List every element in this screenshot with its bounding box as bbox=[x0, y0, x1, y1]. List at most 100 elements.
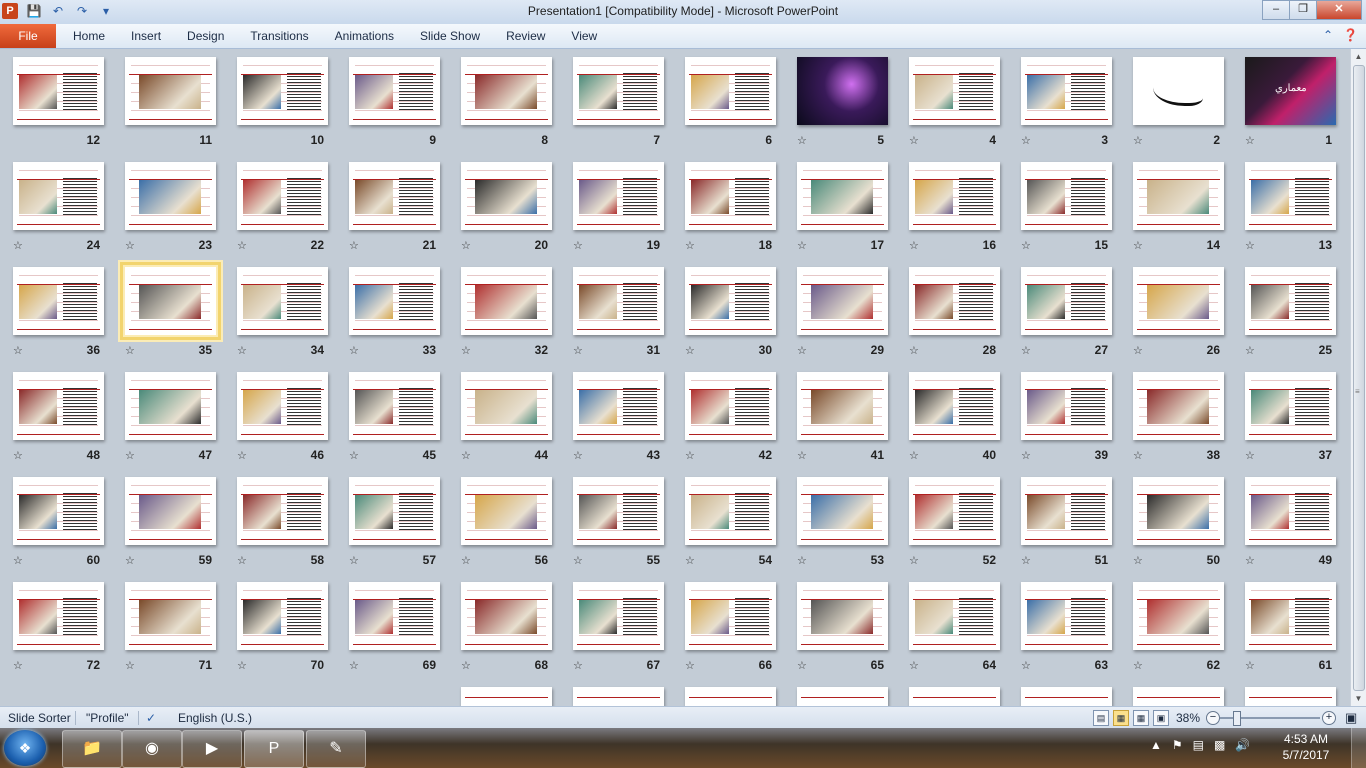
slide-thumbnail[interactable] bbox=[1133, 267, 1224, 335]
transition-star-icon[interactable]: ☆ bbox=[685, 659, 695, 672]
transition-star-icon[interactable]: ☆ bbox=[237, 239, 247, 252]
slide-thumbnail[interactable] bbox=[1245, 372, 1336, 440]
slide-thumbnail[interactable] bbox=[797, 477, 888, 545]
transition-star-icon[interactable]: ☆ bbox=[237, 344, 247, 357]
transition-star-icon[interactable]: ☆ bbox=[237, 449, 247, 462]
transition-star-icon[interactable]: ☆ bbox=[1133, 134, 1143, 147]
slide-sorter-pane[interactable]: 12 11 10 9 8 7 6 5 ☆ 4 ☆ 3 ☆ 2 ☆ معماري 1 ☆ 24 ☆ 23 ☆ 22 ☆ 21 ☆ 20… bbox=[0, 49, 1351, 706]
transition-star-icon[interactable]: ☆ bbox=[13, 239, 23, 252]
transition-star-icon[interactable]: ☆ bbox=[1245, 449, 1255, 462]
transition-star-icon[interactable]: ☆ bbox=[1245, 134, 1255, 147]
show-desktop-button[interactable] bbox=[1351, 728, 1366, 768]
transition-star-icon[interactable]: ☆ bbox=[461, 344, 471, 357]
transition-star-icon[interactable]: ☆ bbox=[1021, 134, 1031, 147]
close-icon[interactable]: ✕ bbox=[1316, 0, 1362, 20]
slide-thumbnail[interactable] bbox=[349, 372, 440, 440]
slide-thumbnail[interactable] bbox=[685, 372, 776, 440]
slide-thumbnail[interactable] bbox=[685, 687, 776, 706]
slide-thumbnail[interactable] bbox=[1245, 162, 1336, 230]
slide-thumbnail[interactable] bbox=[13, 162, 104, 230]
transition-star-icon[interactable]: ☆ bbox=[13, 449, 23, 462]
file-tab[interactable]: File bbox=[0, 24, 56, 48]
slide-thumbnail[interactable]: معماري bbox=[1245, 57, 1336, 125]
transition-star-icon[interactable]: ☆ bbox=[1021, 449, 1031, 462]
slide-thumbnail[interactable] bbox=[125, 582, 216, 650]
minimize-icon[interactable]: – bbox=[1262, 0, 1290, 20]
slide-thumbnail[interactable] bbox=[1245, 582, 1336, 650]
powerpoint-taskbar-icon[interactable]: P bbox=[244, 730, 304, 768]
slide-thumbnail[interactable] bbox=[349, 57, 440, 125]
slide-thumbnail[interactable] bbox=[461, 372, 552, 440]
transition-star-icon[interactable]: ☆ bbox=[685, 554, 695, 567]
slide-thumbnail[interactable] bbox=[1133, 687, 1224, 706]
transition-star-icon[interactable]: ☆ bbox=[13, 344, 23, 357]
slide-thumbnail[interactable] bbox=[1021, 477, 1112, 545]
transition-star-icon[interactable]: ☆ bbox=[237, 554, 247, 567]
slide-thumbnail[interactable] bbox=[573, 267, 664, 335]
transition-star-icon[interactable]: ☆ bbox=[909, 554, 919, 567]
transition-star-icon[interactable]: ☆ bbox=[349, 659, 359, 672]
slide-thumbnail[interactable] bbox=[1245, 477, 1336, 545]
slide-sorter-view-icon[interactable]: ▦ bbox=[1113, 710, 1129, 726]
transition-star-icon[interactable]: ☆ bbox=[461, 449, 471, 462]
transition-star-icon[interactable]: ☆ bbox=[685, 344, 695, 357]
transition-star-icon[interactable]: ☆ bbox=[685, 449, 695, 462]
slide-thumbnail[interactable] bbox=[349, 162, 440, 230]
transition-star-icon[interactable]: ☆ bbox=[461, 239, 471, 252]
slide-thumbnail[interactable] bbox=[909, 477, 1000, 545]
tab-design[interactable]: Design bbox=[174, 24, 237, 48]
slide-thumbnail[interactable] bbox=[349, 267, 440, 335]
transition-star-icon[interactable]: ☆ bbox=[461, 554, 471, 567]
slide-thumbnail[interactable] bbox=[573, 162, 664, 230]
slide-thumbnail[interactable] bbox=[909, 687, 1000, 706]
slide-thumbnail[interactable] bbox=[125, 477, 216, 545]
slide-thumbnail[interactable] bbox=[237, 57, 328, 125]
transition-star-icon[interactable]: ☆ bbox=[13, 554, 23, 567]
media-player-icon[interactable]: ▶ bbox=[182, 730, 242, 768]
fit-to-window-icon[interactable]: ▣ bbox=[1345, 707, 1357, 729]
transition-star-icon[interactable]: ☆ bbox=[797, 659, 807, 672]
slide-thumbnail[interactable] bbox=[797, 687, 888, 706]
scroll-thumb[interactable] bbox=[1353, 65, 1365, 691]
slide-thumbnail[interactable] bbox=[797, 267, 888, 335]
slide-thumbnail[interactable] bbox=[13, 57, 104, 125]
transition-star-icon[interactable]: ☆ bbox=[1245, 659, 1255, 672]
language[interactable]: English (U.S.) bbox=[178, 707, 252, 729]
tab-animations[interactable]: Animations bbox=[322, 24, 407, 48]
normal-view-icon[interactable]: ▤ bbox=[1093, 710, 1109, 726]
slide-thumbnail[interactable] bbox=[909, 582, 1000, 650]
tab-slide-show[interactable]: Slide Show bbox=[407, 24, 493, 48]
help-icon[interactable]: ❓ bbox=[1343, 28, 1358, 42]
firefox-icon[interactable]: ◉ bbox=[122, 730, 182, 768]
show-hidden-icons-icon[interactable]: ▲ bbox=[1150, 738, 1162, 752]
transition-star-icon[interactable]: ☆ bbox=[909, 134, 919, 147]
reading-view-icon[interactable]: ▦ bbox=[1133, 710, 1149, 726]
slide-thumbnail[interactable] bbox=[1133, 162, 1224, 230]
notepad-icon[interactable]: ✎ bbox=[306, 730, 366, 768]
transition-star-icon[interactable]: ☆ bbox=[125, 449, 135, 462]
tab-home[interactable]: Home bbox=[60, 24, 118, 48]
transition-star-icon[interactable]: ☆ bbox=[461, 659, 471, 672]
transition-star-icon[interactable]: ☆ bbox=[573, 554, 583, 567]
zoom-out-icon[interactable]: − bbox=[1206, 711, 1220, 725]
slide-thumbnail[interactable] bbox=[1133, 372, 1224, 440]
slide-thumbnail[interactable] bbox=[573, 582, 664, 650]
tab-insert[interactable]: Insert bbox=[118, 24, 174, 48]
slide-thumbnail[interactable] bbox=[461, 57, 552, 125]
transition-star-icon[interactable]: ☆ bbox=[573, 239, 583, 252]
slide-thumbnail[interactable] bbox=[573, 687, 664, 706]
slide-thumbnail[interactable] bbox=[349, 477, 440, 545]
slide-thumbnail[interactable] bbox=[237, 372, 328, 440]
slide-thumbnail[interactable] bbox=[797, 57, 888, 125]
transition-star-icon[interactable]: ☆ bbox=[909, 344, 919, 357]
slide-thumbnail[interactable] bbox=[461, 162, 552, 230]
slide-thumbnail[interactable] bbox=[909, 267, 1000, 335]
transition-star-icon[interactable]: ☆ bbox=[125, 659, 135, 672]
zoom-level[interactable]: 38% bbox=[1176, 707, 1200, 729]
slide-thumbnail[interactable] bbox=[461, 687, 552, 706]
slide-thumbnail[interactable] bbox=[685, 267, 776, 335]
action-center-icon[interactable]: ⚑ bbox=[1172, 738, 1183, 752]
slide-thumbnail[interactable] bbox=[1133, 57, 1224, 125]
slide-thumbnail[interactable] bbox=[685, 57, 776, 125]
transition-star-icon[interactable]: ☆ bbox=[797, 449, 807, 462]
